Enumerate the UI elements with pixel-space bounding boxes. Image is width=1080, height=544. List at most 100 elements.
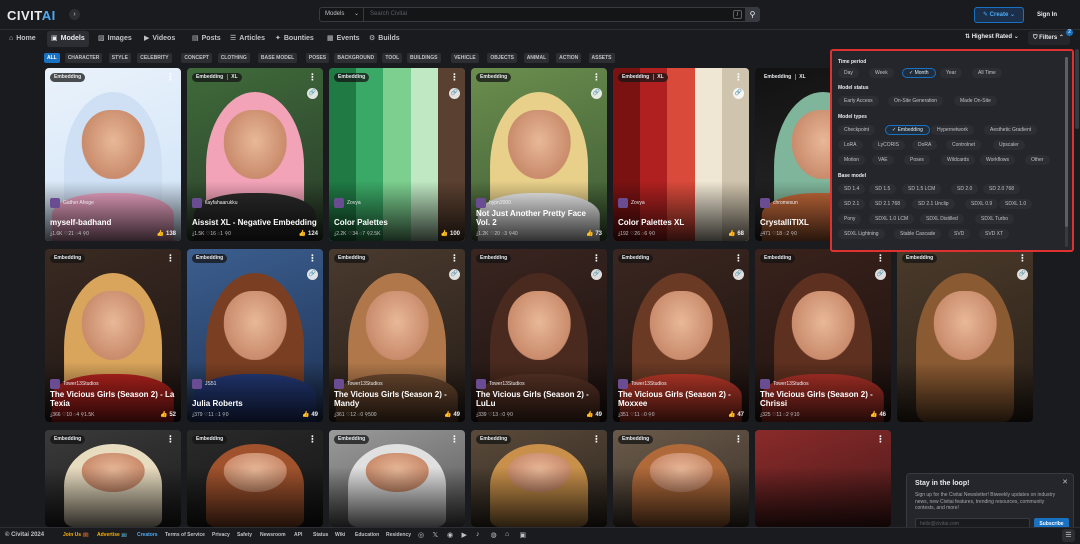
model-card[interactable]: Embedding ⋮ 🔗 JS51 Julia Roberts ⤓379 ♡11 ◌1 … <box>187 249 323 422</box>
filter-chip-sd-2-0-768[interactable]: SD 2.0 768 <box>983 184 1021 194</box>
footer-link-privacy[interactable]: Privacy <box>212 532 230 538</box>
filter-chip-wildcards[interactable]: Wildcards <box>941 155 975 165</box>
link-icon[interactable]: 🔗 <box>307 88 318 99</box>
model-card[interactable]: ⋮ <box>755 430 891 527</box>
card-title[interactable]: myself-badhand <box>50 218 175 227</box>
more-menu-icon[interactable]: ⋮ <box>734 72 743 83</box>
card-user[interactable]: Zovya <box>618 198 645 208</box>
footer-link-creators[interactable]: Creators <box>137 532 158 538</box>
link-icon[interactable]: 🔗 <box>591 269 602 280</box>
footer-link-join-us[interactable]: Join Us 💼 <box>63 532 89 538</box>
card-title[interactable]: Color Palettes XL <box>618 218 743 227</box>
filter-chip-sd-2-1-unclip[interactable]: SD 2.1 Unclip <box>912 199 955 209</box>
card-title[interactable]: Not Just Another Pretty Face Vol. 2 <box>476 209 601 227</box>
card-title[interactable]: The Vicious Girls (Season 2) - Mandy <box>334 390 459 408</box>
filter-chip-year[interactable]: Year <box>940 68 963 78</box>
filter-chip-early-access[interactable]: Early Access <box>838 96 879 106</box>
filter-chip-made-on-site[interactable]: Made On-Site <box>954 96 997 106</box>
filter-chip-sdxl-1-0[interactable]: SDXL 1.0 <box>999 199 1033 209</box>
filter-chip-sdxl-turbo[interactable]: SDXL Turbo <box>975 214 1015 224</box>
filter-chip-upscaler[interactable]: Upscaler <box>993 140 1025 150</box>
filter-chip-stable-cascade[interactable]: Stable Cascade <box>894 229 942 239</box>
more-menu-icon[interactable]: ⋮ <box>166 434 175 445</box>
instagram-icon[interactable]: ◉ <box>447 531 453 539</box>
filter-chip-dora[interactable]: DoRA <box>912 140 938 150</box>
close-icon[interactable]: ✕ <box>1062 478 1068 486</box>
filter-chip-sd-2-1[interactable]: SD 2.1 <box>838 199 866 209</box>
card-title[interactable]: The Vicious Girls (Season 2) - LuLu <box>476 390 601 408</box>
filter-chip-day[interactable]: Day <box>838 68 859 78</box>
model-card[interactable]: Embedding XL ⋮ 🔗 kayfahaarukku Aissist XL - N… <box>187 68 323 241</box>
link-icon[interactable]: 🔗 <box>733 88 744 99</box>
card-title[interactable]: Aissist XL - Negative Embedding <box>192 218 317 227</box>
filter-chip-sdxl-0-9[interactable]: SDXL 0.9 <box>965 199 999 209</box>
more-menu-icon[interactable]: ⋮ <box>450 72 459 83</box>
more-menu-icon[interactable]: ⋮ <box>876 253 885 264</box>
card-user[interactable]: chromesun <box>760 198 798 208</box>
filter-chip-all-time[interactable]: All Time <box>972 68 1002 78</box>
filter-chip-week[interactable]: Week <box>869 68 894 78</box>
model-card[interactable]: Embedding ⋮ 🔗 hypn2000 Not Just Another Pret… <box>471 68 607 241</box>
chat-icon[interactable]: ☰ <box>1062 529 1075 542</box>
footer-link-safety[interactable]: Safety <box>237 532 252 538</box>
model-card[interactable]: Embedding ⋮ 🔗 Tower13Studios The Vicious Gir… <box>613 249 749 422</box>
model-card[interactable]: Embedding ⋮ 🔗 Tower13Studios The Vicious Gir… <box>471 249 607 422</box>
filter-chip-lycoris[interactable]: LyCORIS <box>872 140 905 150</box>
filter-chip-vae[interactable]: VAE <box>872 155 894 165</box>
link-icon[interactable]: 🔗 <box>307 269 318 280</box>
model-card[interactable]: Embedding ⋮ 🔗 Tower13Studios The Vicious Gir… <box>755 249 891 422</box>
more-menu-icon[interactable]: ⋮ <box>308 72 317 83</box>
filter-chip-controlnet[interactable]: Controlnet <box>946 140 982 150</box>
card-title[interactable]: The Vicious Girls (Season 2) - La Texia <box>50 390 175 408</box>
model-card[interactable]: Embedding ⋮ <box>471 430 607 527</box>
card-user[interactable]: Gather Ahoge <box>50 198 94 208</box>
link-icon[interactable]: 🔗 <box>733 269 744 280</box>
more-menu-icon[interactable]: ⋮ <box>734 253 743 264</box>
model-card[interactable]: Embedding ⋮ Tower13Studios The Vicious Girl… <box>45 249 181 422</box>
more-menu-icon[interactable]: ⋮ <box>1018 253 1027 264</box>
more-menu-icon[interactable]: ⋮ <box>166 253 175 264</box>
filter-chip-sdxl-1-0-lcm[interactable]: SDXL 1.0 LCM <box>869 214 915 224</box>
card-title[interactable]: The Vicious Girls (Season 2) - Chrissi <box>760 390 885 408</box>
model-card[interactable]: Embedding ⋮ <box>613 430 749 527</box>
twitch-icon[interactable]: ▣ <box>520 531 527 539</box>
filter-chip-other[interactable]: Other <box>1025 155 1050 165</box>
model-card[interactable]: Embedding XL ⋮ 🔗 Zovya Color Palettes XL ⤓192 … <box>613 68 749 241</box>
x-icon[interactable]: 𝕏 <box>433 531 439 539</box>
more-menu-icon[interactable]: ⋮ <box>592 253 601 264</box>
more-menu-icon[interactable]: ⋮ <box>308 253 317 264</box>
card-title[interactable]: Color Palettes <box>334 218 459 227</box>
footer-link-terms-of-service[interactable]: Terms of Service <box>165 532 205 538</box>
filters-scrollbar[interactable] <box>1065 57 1068 247</box>
model-card[interactable]: Embedding ⋮ 🔗 Zovya Color Palettes ⤓2.2K ♡34 … <box>329 68 465 241</box>
filter-chip-hypernetwork[interactable]: Hypernetwork <box>931 125 974 135</box>
filter-chip-sd-1-5-lcm[interactable]: SD 1.5 LCM <box>902 184 942 194</box>
footer-link-newsroom[interactable]: Newsroom <box>260 532 286 538</box>
footer-link-education[interactable]: Education <box>355 532 379 538</box>
more-menu-icon[interactable]: ⋮ <box>876 434 885 445</box>
card-user[interactable]: Zovya <box>334 198 361 208</box>
card-user[interactable]: Tower13Studios <box>334 379 383 389</box>
footer-link-api[interactable]: API <box>294 532 302 538</box>
link-icon[interactable]: 🔗 <box>449 269 460 280</box>
link-icon[interactable]: 🔗 <box>591 88 602 99</box>
footer-link-wiki[interactable]: Wiki <box>335 532 345 538</box>
filter-chip-embedding[interactable]: ✓ Embedding <box>885 125 930 135</box>
filter-chip-workflows[interactable]: Workflows <box>980 155 1015 165</box>
reddit-icon[interactable]: ◍ <box>491 531 497 539</box>
tiktok-icon[interactable]: ♪ <box>476 531 480 538</box>
filter-chip-lora[interactable]: LoRA <box>838 140 863 150</box>
more-menu-icon[interactable]: ⋮ <box>734 434 743 445</box>
footer-link-status[interactable]: Status <box>313 532 328 538</box>
footer-link-residency[interactable]: Residency <box>386 532 411 538</box>
more-menu-icon[interactable]: ⋮ <box>450 253 459 264</box>
card-user[interactable]: Tower13Studios <box>760 379 809 389</box>
card-title[interactable]: Julia Roberts <box>192 399 317 408</box>
filter-chip-svd[interactable]: SVD <box>948 229 971 239</box>
page-scrollbar[interactable] <box>1075 49 1079 129</box>
more-menu-icon[interactable]: ⋮ <box>592 72 601 83</box>
model-card[interactable]: Embedding ⋮ <box>45 430 181 527</box>
filter-chip-sdxl-distilled[interactable]: SDXL Distilled <box>920 214 964 224</box>
footer-link-advertise[interactable]: Advertise 📺 <box>97 532 127 538</box>
card-user[interactable]: JS51 <box>192 379 216 389</box>
